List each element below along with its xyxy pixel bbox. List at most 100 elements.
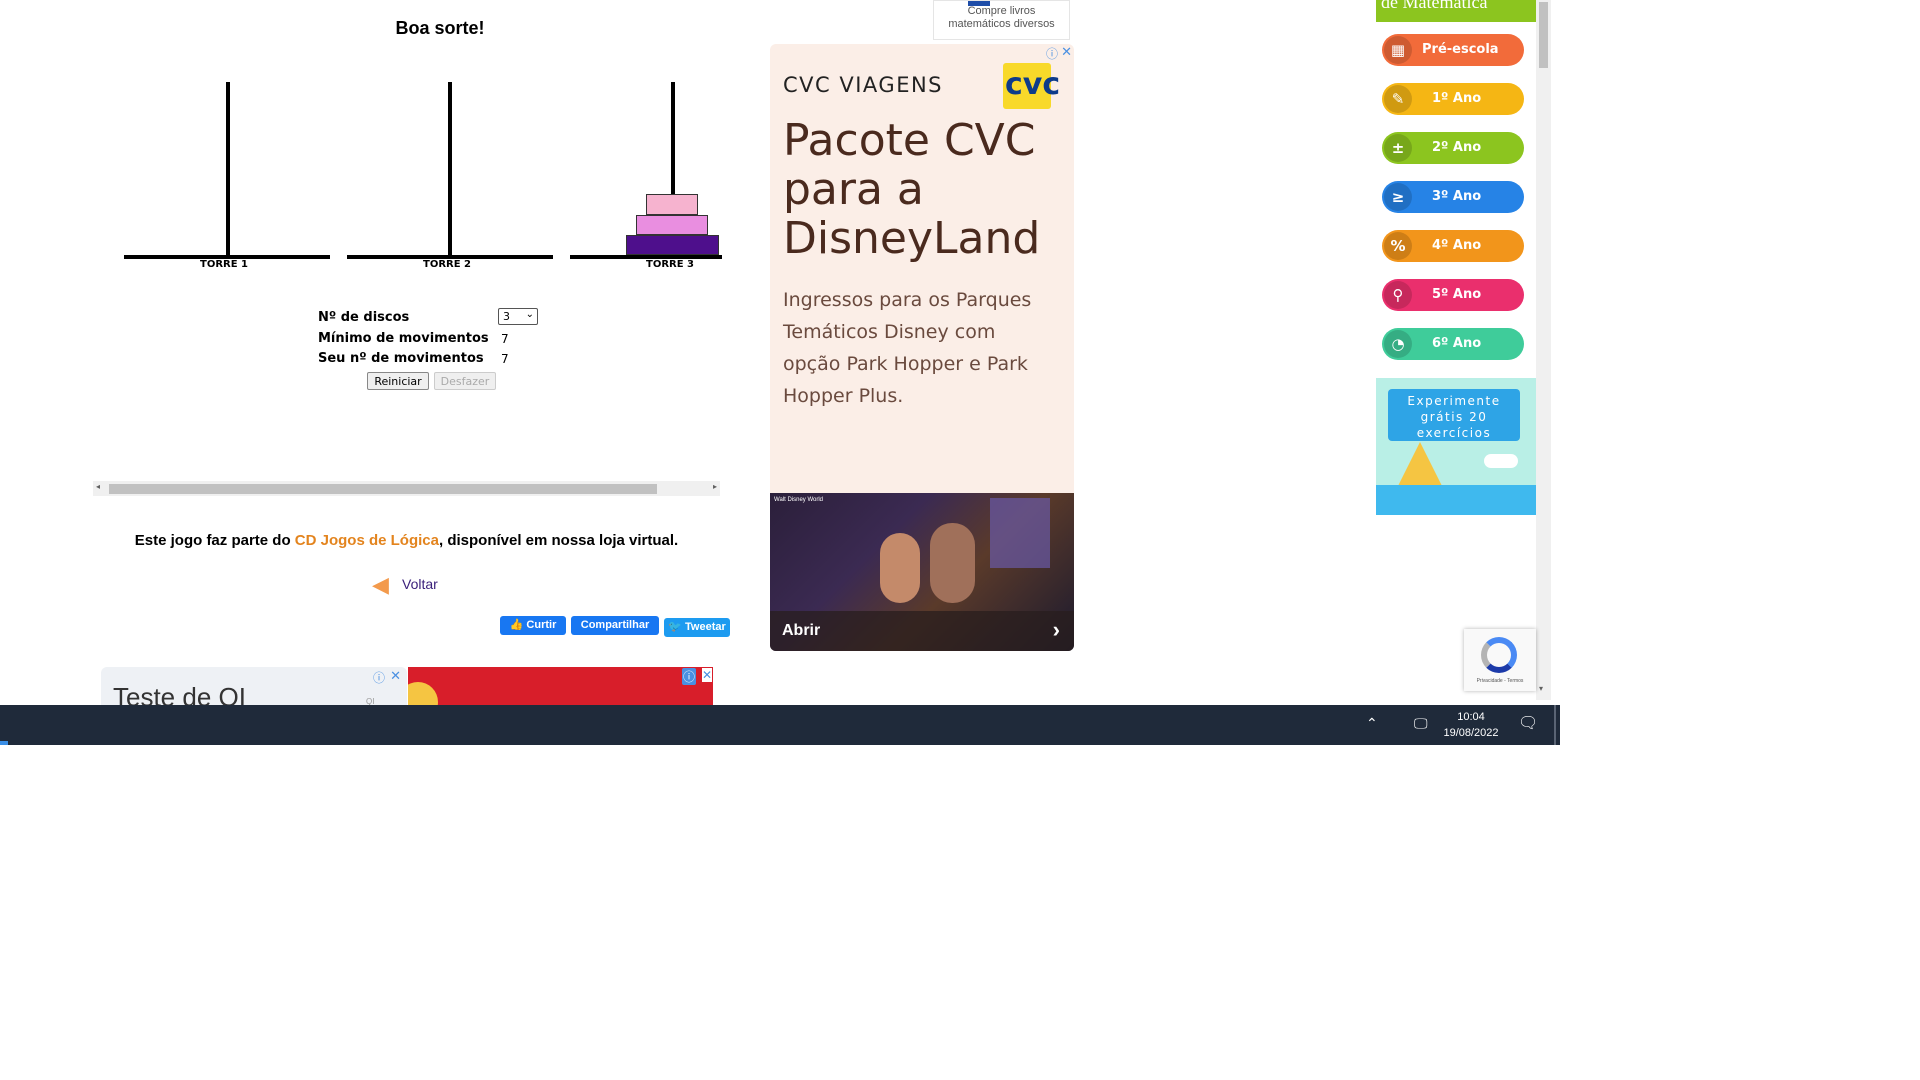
grade-1[interactable]: ✎ 1º Ano bbox=[1382, 83, 1524, 115]
promo-suffix: , disponível em nossa loja virtual. bbox=[438, 532, 679, 549]
min-moves-value: 7 bbox=[501, 332, 509, 346]
vertical-scrollbar[interactable]: ▾ bbox=[1536, 0, 1551, 700]
bottom-ad-right[interactable]: ⓘ ✕ bbox=[408, 667, 713, 705]
your-moves-label: Seu nº de movimentos bbox=[318, 351, 484, 366]
grade-6[interactable]: ◔ 6º Ano bbox=[1382, 328, 1524, 360]
restart-button[interactable]: Reiniciar bbox=[367, 372, 429, 390]
cvc-photo: Walt Disney World Abrir › bbox=[770, 493, 1074, 651]
sidebar-header: de Matemática bbox=[1376, 0, 1536, 22]
bottom-ad-sub: QI bbox=[366, 697, 375, 705]
recaptcha-text[interactable]: Privacidade - Termos bbox=[1464, 678, 1536, 684]
grade-4[interactable]: % 4º Ano bbox=[1382, 230, 1524, 262]
notification-icon[interactable]: 🗨 bbox=[1518, 713, 1538, 733]
bottom-ad-left[interactable]: Teste de QI QI ⓘ ✕ bbox=[101, 667, 407, 705]
cta-button[interactable]: Experimente grátis 20 exercícios bbox=[1388, 389, 1520, 441]
cvc-body: Ingressos para os Parques Temáticos Disn… bbox=[783, 289, 1032, 407]
scroll-down-icon[interactable]: ▾ bbox=[1539, 684, 1543, 693]
chevron-down-icon: ⌄ bbox=[525, 309, 534, 320]
discs-count-label: Nº de discos bbox=[318, 310, 410, 325]
book-ad-line2: matemáticos diversos bbox=[948, 18, 1055, 30]
percent-icon: % bbox=[1384, 232, 1412, 260]
book-ad[interactable]: Compre livros matemáticos diversos bbox=[933, 0, 1070, 40]
photo-person-1 bbox=[880, 533, 920, 603]
cvc-cta-label: Abrir bbox=[782, 622, 821, 639]
min-moves-label: Mínimo de movimentos bbox=[318, 331, 489, 346]
book-ad-line1: Compre livros bbox=[967, 5, 1036, 17]
disc-small[interactable] bbox=[646, 194, 698, 215]
ad-close-icon-3[interactable]: ✕ bbox=[1061, 44, 1072, 60]
sailboat-icon bbox=[1398, 442, 1442, 486]
like-button[interactable]: 👍 Curtir bbox=[500, 616, 566, 635]
bottom-ad-title: Teste de QI bbox=[113, 682, 246, 705]
grade-label: 6º Ano bbox=[1432, 336, 1482, 351]
sea bbox=[1376, 485, 1536, 515]
grade-5[interactable]: ⚲ 5º Ano bbox=[1382, 279, 1524, 311]
ad-image-shape bbox=[408, 682, 438, 705]
like-label: Curtir bbox=[526, 619, 557, 631]
cvc-brand: CVC VIAGENS bbox=[783, 73, 944, 97]
ad-choices-icon[interactable]: ⓘ bbox=[1046, 45, 1058, 62]
cvc-ad[interactable]: ⓘ ✕ CVC VIAGENS cvc Pacote CVC para a Di… bbox=[770, 44, 1074, 651]
your-moves-value: 7 bbox=[501, 352, 509, 366]
grade-2[interactable]: ± 2º Ano bbox=[1382, 132, 1524, 164]
grade-label: 3º Ano bbox=[1432, 189, 1482, 204]
tweet-label: Tweetar bbox=[685, 621, 726, 633]
grade-label: 2º Ano bbox=[1432, 140, 1482, 155]
discs-count-select[interactable]: 3 ⌄ bbox=[498, 308, 538, 325]
clock-time: 10:04 bbox=[1457, 711, 1485, 723]
ad-info-icon-2[interactable]: ⓘ bbox=[681, 668, 696, 685]
undo-button[interactable]: Desfazer bbox=[434, 372, 496, 390]
cvc-cta-bar[interactable]: Abrir › bbox=[770, 611, 1074, 651]
greater-equal-icon: ≥ bbox=[1384, 183, 1412, 211]
twitter-bird-icon: 🐦 bbox=[668, 621, 682, 633]
back-arrow-icon: ◀ bbox=[372, 572, 389, 597]
horizontal-scrollbar[interactable]: ◂ ▸ bbox=[93, 481, 720, 496]
ad-close-icon-2[interactable]: ✕ bbox=[701, 668, 712, 682]
clock-date: 19/08/2022 bbox=[1443, 727, 1499, 739]
share-button[interactable]: Compartilhar bbox=[571, 616, 659, 635]
scroll-right-icon[interactable]: ▸ bbox=[713, 482, 717, 491]
cd-link[interactable]: CD Jogos de Lógica bbox=[295, 532, 439, 549]
grade-pre-school[interactable]: ▦ Pré-escola bbox=[1382, 34, 1524, 66]
show-hidden-icons[interactable]: ⌃ bbox=[1366, 715, 1378, 732]
taskbar: ⌃ 🖵 10:04 19/08/2022 🗨 bbox=[0, 705, 1560, 745]
tower-2-pole[interactable] bbox=[448, 82, 452, 257]
photo-castle bbox=[990, 498, 1050, 568]
promo-text: Este jogo faz parte do CD Jogos de Lógic… bbox=[93, 532, 720, 549]
recaptcha-badge[interactable]: Privacidade - Termos bbox=[1464, 629, 1536, 691]
back-label: Voltar bbox=[402, 576, 438, 592]
ad-info-icon[interactable]: ⓘ bbox=[373, 669, 385, 686]
cvc-logo-text: cvc bbox=[1005, 67, 1061, 102]
grade-label: Pré-escola bbox=[1422, 42, 1499, 57]
pie-chart-icon: ◔ bbox=[1384, 330, 1412, 358]
tower-1-pole[interactable] bbox=[226, 82, 230, 257]
scroll-left-icon[interactable]: ◂ bbox=[96, 482, 100, 491]
sidebar-cta-box[interactable]: Experimente grátis 20 exercícios bbox=[1376, 378, 1536, 515]
plus-minus-icon: ± bbox=[1384, 134, 1412, 162]
disc-large[interactable] bbox=[626, 235, 719, 255]
vertical-scrollbar-thumb[interactable] bbox=[1539, 2, 1548, 68]
discs-count-value: 3 bbox=[503, 310, 510, 323]
tower-2-label: TORRE 2 bbox=[423, 259, 471, 270]
cvc-headline: Pacote CVC para a DisneyLand bbox=[783, 115, 1041, 264]
network-icon[interactable]: 🖵 bbox=[1414, 715, 1428, 732]
grade-label: 1º Ano bbox=[1432, 91, 1482, 106]
tweet-button[interactable]: 🐦 Tweetar bbox=[664, 618, 730, 637]
clock[interactable]: 10:04 19/08/2022 bbox=[1436, 709, 1506, 741]
game-heading: Boa sorte! bbox=[395, 18, 485, 38]
show-desktop-button[interactable] bbox=[1554, 705, 1556, 745]
sidebar-header-text: de Matemática bbox=[1381, 0, 1488, 12]
thumbs-up-icon: 👍 bbox=[509, 619, 524, 631]
ad-close-icon[interactable]: ✕ bbox=[390, 668, 401, 684]
recaptcha-icon bbox=[1481, 637, 1517, 673]
grade-label: 4º Ano bbox=[1432, 238, 1482, 253]
start-indicator bbox=[0, 741, 8, 745]
cvc-logo: cvc bbox=[1003, 63, 1060, 109]
cloud-icon bbox=[1484, 454, 1518, 468]
grade-3[interactable]: ≥ 3º Ano bbox=[1382, 181, 1524, 213]
disc-medium[interactable] bbox=[636, 215, 708, 235]
promo-prefix: Este jogo faz parte do bbox=[134, 532, 295, 549]
scrollbar-thumb[interactable] bbox=[109, 484, 657, 494]
compass-icon: ⚲ bbox=[1384, 281, 1412, 309]
calendar-icon: ▦ bbox=[1384, 36, 1412, 64]
